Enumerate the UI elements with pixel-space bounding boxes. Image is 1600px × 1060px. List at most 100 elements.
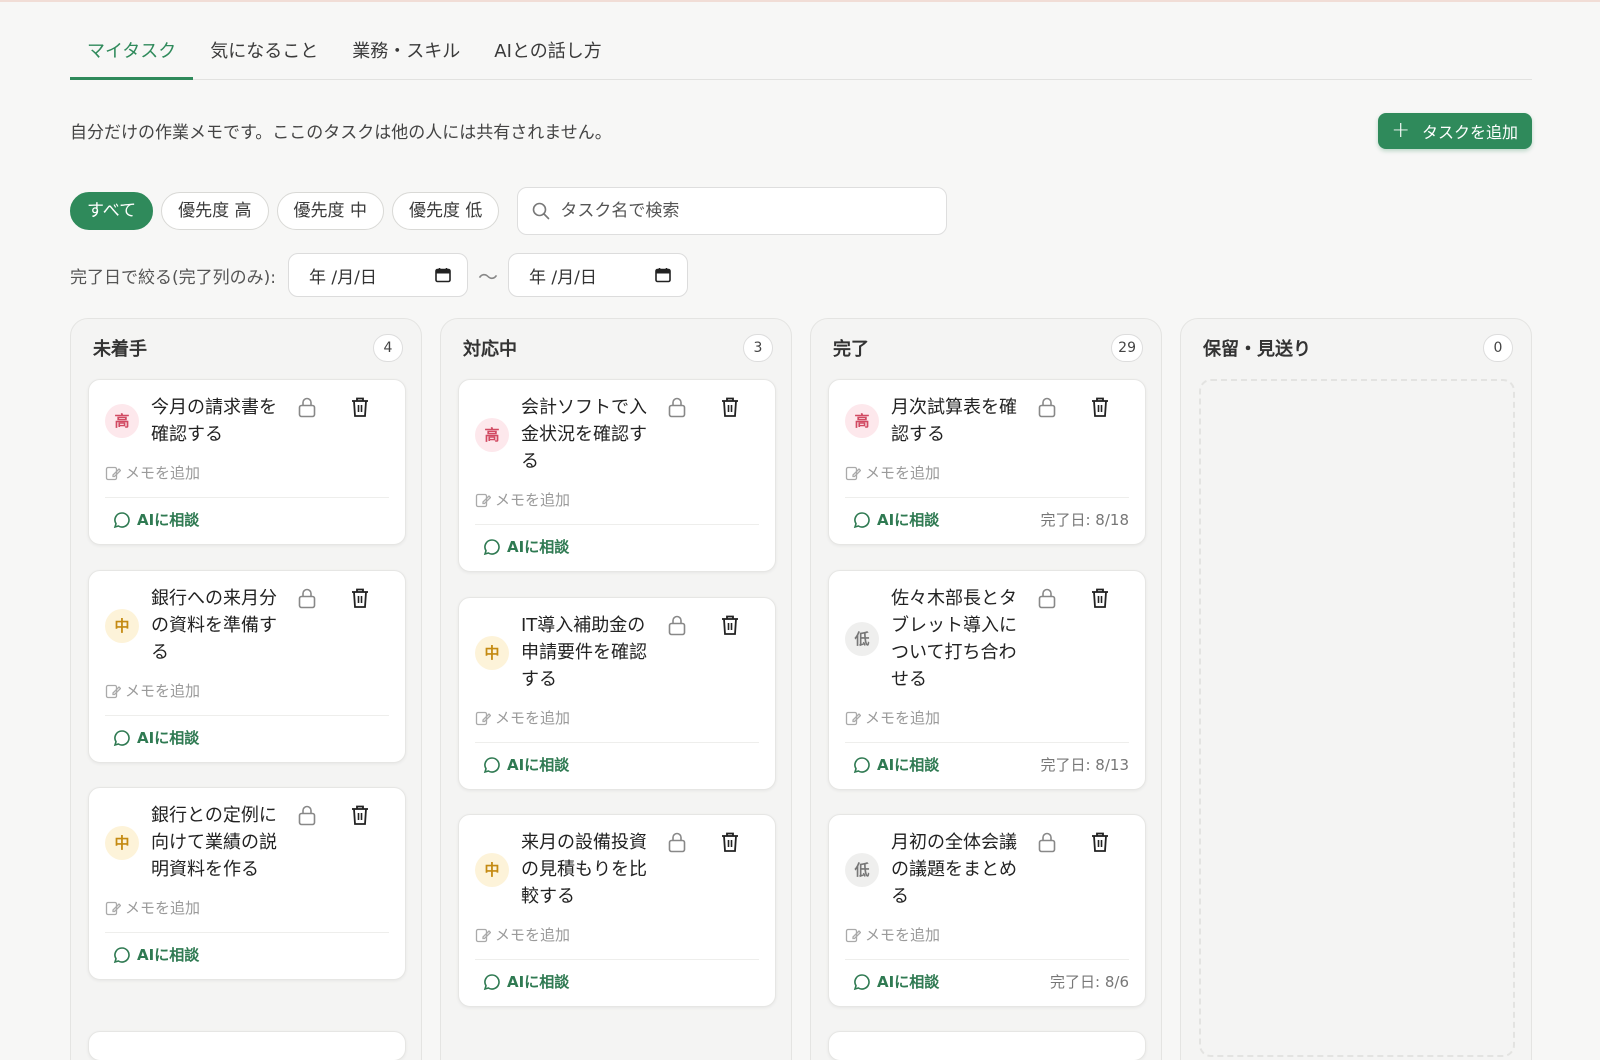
trash-icon[interactable]	[1087, 585, 1113, 611]
add-memo-link[interactable]: メモを追加	[89, 883, 405, 918]
lock-icon[interactable]	[294, 802, 320, 828]
trash-icon[interactable]	[347, 802, 373, 828]
column-header: 対応中 3	[463, 333, 773, 363]
trash-icon[interactable]	[347, 394, 373, 420]
edit-note-icon	[475, 711, 491, 725]
add-memo-link[interactable]: メモを追加	[459, 475, 775, 510]
task-title: 銀行への来月分の資料を準備する	[151, 588, 277, 663]
chat-bubble-icon	[483, 756, 500, 773]
add-memo-link[interactable]: メモを追加	[829, 448, 1145, 483]
task-title: IT導入補助金の申請要件を確認する	[521, 615, 647, 690]
memo-label: メモを追加	[865, 709, 941, 727]
column-header: 完了 29	[833, 333, 1143, 363]
lock-icon[interactable]	[664, 829, 690, 855]
priority-badge: 高	[105, 404, 139, 438]
ai-consult-button[interactable]: AIに相談	[853, 754, 939, 775]
empty-drop-zone[interactable]	[1199, 379, 1515, 1057]
task-card[interactable]: 低 佐々木部長とタブレット導入について打ち合わせる メモを追加 AIに相談 完了…	[828, 570, 1146, 790]
lock-icon[interactable]	[294, 585, 320, 611]
date-range-separator: 〜	[478, 264, 498, 289]
chat-bubble-icon	[483, 538, 500, 555]
ai-consult-label: AIに相談	[877, 973, 940, 991]
lock-icon[interactable]	[1034, 585, 1060, 611]
ai-consult-button[interactable]: AIに相談	[483, 754, 569, 775]
task-card[interactable]: 中 銀行との定例に向けて業績の説明資料を作る メモを追加 AIに相談	[88, 787, 406, 980]
ai-consult-label: AIに相談	[507, 756, 570, 774]
chat-bubble-icon	[483, 973, 500, 990]
edit-note-icon	[105, 684, 121, 698]
done-date: 完了日: 8/13	[1040, 756, 1129, 774]
task-card[interactable]: 中 IT導入補助金の申請要件を確認する メモを追加 AIに相談	[458, 597, 776, 790]
add-memo-link[interactable]: メモを追加	[829, 910, 1145, 945]
edit-note-icon	[105, 466, 121, 480]
add-memo-link[interactable]: メモを追加	[829, 693, 1145, 728]
ai-consult-button[interactable]: AIに相談	[113, 727, 199, 748]
priority-badge: 中	[105, 608, 139, 643]
priority-badge: 低	[845, 852, 879, 887]
task-title: 会計ソフトで入金状況を確認する	[521, 397, 647, 472]
memo-label: メモを追加	[495, 491, 571, 509]
trash-icon[interactable]	[1087, 829, 1113, 855]
edit-note-icon	[845, 466, 861, 480]
task-card[interactable]: 中 銀行への来月分の資料を準備する メモを追加 AIに相談	[88, 570, 406, 763]
date-to-value: 年 /月/日	[529, 267, 597, 288]
memo-label: メモを追加	[125, 682, 201, 700]
ai-consult-button[interactable]: AIに相談	[853, 509, 939, 530]
task-card[interactable]: 低 月初の全体会議の議題をまとめる メモを追加 AIに相談 完了日: 8/6	[828, 814, 1146, 1007]
edit-note-icon	[845, 928, 861, 942]
task-card-partial[interactable]	[88, 1031, 406, 1060]
search-input[interactable]	[560, 201, 921, 221]
tab-ai-talk[interactable]: AIとの話し方	[477, 30, 618, 80]
trash-icon[interactable]	[347, 585, 373, 611]
tab-concerns[interactable]: 気になること	[193, 30, 335, 80]
lock-icon[interactable]	[664, 612, 690, 638]
add-memo-link[interactable]: メモを追加	[459, 910, 775, 945]
trash-icon[interactable]	[717, 394, 743, 420]
filter-high[interactable]: 優先度 高	[161, 192, 269, 230]
filter-low[interactable]: 優先度 低	[391, 192, 500, 230]
search-box	[517, 187, 948, 235]
add-memo-link[interactable]: メモを追加	[89, 666, 405, 701]
add-memo-link[interactable]: メモを追加	[89, 448, 405, 483]
task-card[interactable]: 中 来月の設備投資の見積もりを比較する メモを追加 AIに相談	[458, 814, 776, 1007]
task-card[interactable]: 高 会計ソフトで入金状況を確認する メモを追加 AIに相談	[458, 379, 776, 572]
ai-consult-button[interactable]: AIに相談	[483, 971, 569, 992]
column-header: 保留・見送り 0	[1203, 333, 1513, 363]
lock-icon[interactable]	[1034, 394, 1060, 420]
done-date: 完了日: 8/18	[1040, 511, 1129, 529]
trash-icon[interactable]	[1087, 394, 1113, 420]
column-header: 未着手 4	[93, 333, 403, 363]
lock-icon[interactable]	[294, 394, 320, 420]
ai-consult-button[interactable]: AIに相談	[853, 971, 939, 992]
task-title: 銀行との定例に向けて業績の説明資料を作る	[151, 805, 277, 880]
memo-label: メモを追加	[125, 464, 201, 482]
lock-icon[interactable]	[664, 394, 690, 420]
chat-bubble-icon	[853, 973, 870, 990]
date-to-input[interactable]: 年 /月/日	[508, 253, 688, 297]
filter-all[interactable]: すべて	[70, 192, 154, 230]
column-title: 対応中	[463, 339, 517, 360]
date-from-input[interactable]: 年 /月/日	[288, 253, 468, 297]
task-card-partial[interactable]	[828, 1031, 1146, 1060]
task-card[interactable]: 高 今月の請求書を確認する メモを追加 AIに相談	[88, 379, 406, 545]
ai-consult-button[interactable]: AIに相談	[483, 536, 569, 557]
ai-consult-button[interactable]: AIに相談	[113, 509, 199, 530]
lock-icon[interactable]	[1034, 829, 1060, 855]
column-todo: 未着手 4 高 今月の請求書を確認する メモを追加 AIに相談 中 銀行への来月…	[70, 318, 422, 1060]
add-memo-link[interactable]: メモを追加	[459, 693, 775, 728]
column-title: 完了	[833, 339, 869, 360]
task-card[interactable]: 高 月次試算表を確認する メモを追加 AIに相談 完了日: 8/18	[828, 379, 1146, 545]
chat-bubble-icon	[113, 946, 130, 963]
trash-icon[interactable]	[717, 612, 743, 638]
column-title: 未着手	[93, 339, 147, 360]
tab-my-tasks[interactable]: マイタスク	[70, 30, 194, 80]
ai-consult-button[interactable]: AIに相談	[113, 944, 199, 965]
priority-badge: 高	[845, 404, 879, 438]
add-task-button[interactable]: + タスクを追加	[1377, 113, 1532, 149]
filter-mid[interactable]: 優先度 中	[276, 192, 384, 230]
tab-work-skills[interactable]: 業務・スキル	[335, 30, 477, 80]
priority-badge: 低	[845, 622, 879, 656]
trash-icon[interactable]	[717, 829, 743, 855]
ai-consult-label: AIに相談	[137, 511, 200, 529]
ai-consult-label: AIに相談	[507, 973, 570, 991]
